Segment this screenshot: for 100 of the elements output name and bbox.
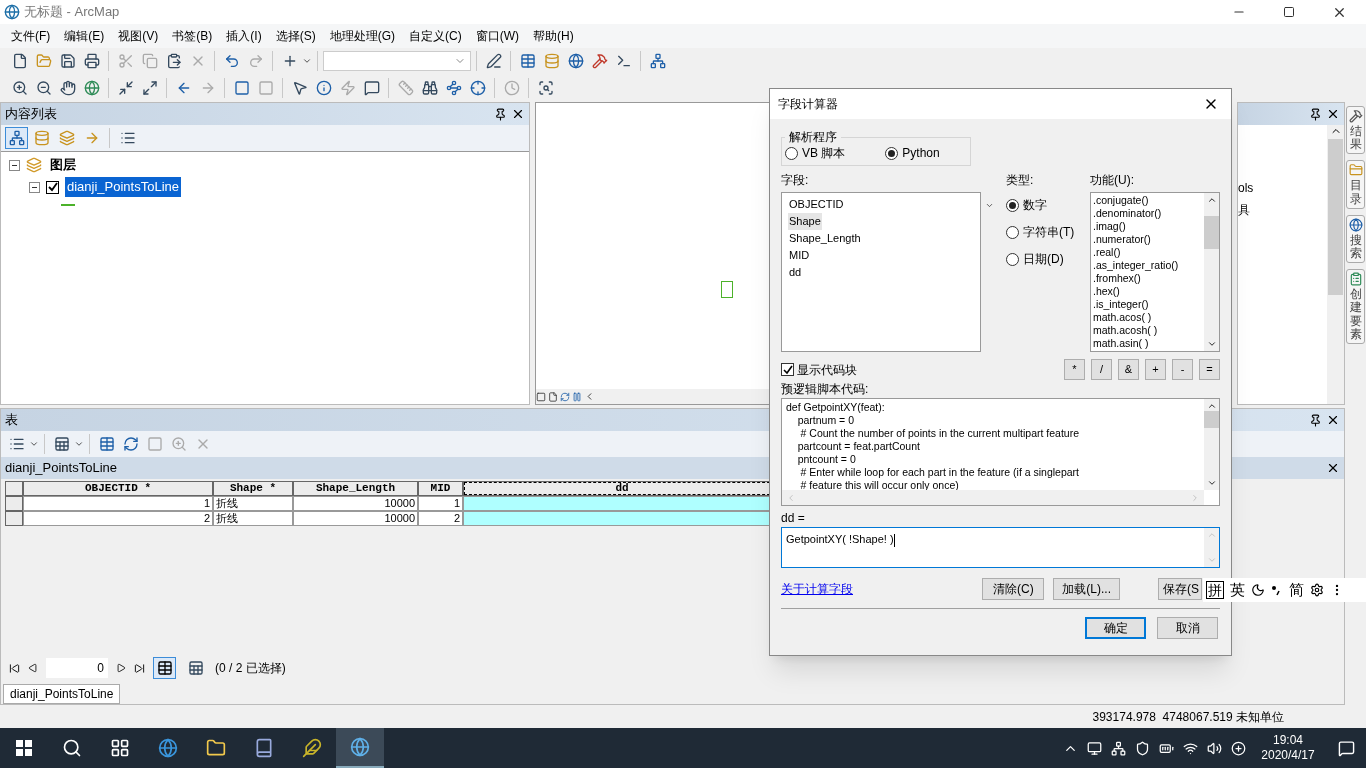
about-link[interactable]: 关于计算字段: [781, 580, 983, 598]
first-record-icon[interactable]: [9, 662, 20, 674]
side-tab[interactable]: 创建要素: [1346, 269, 1365, 344]
menu-item[interactable]: 选择(S): [268, 27, 323, 45]
code-editor[interactable]: [781, 398, 1220, 506]
network-app-icon[interactable]: [1110, 740, 1126, 756]
menu-item[interactable]: 插入(I): [219, 27, 269, 45]
function-item[interactable]: .hex(): [1093, 285, 1120, 298]
volume-icon[interactable]: [1206, 740, 1222, 756]
last-record-icon[interactable]: [134, 662, 145, 674]
notification-icon[interactable]: [1337, 739, 1355, 757]
menu-item[interactable]: 地理处理(G): [322, 27, 402, 45]
checkmark-icon[interactable]: [782, 364, 793, 375]
parser-radio[interactable]: VB 脚本: [785, 144, 846, 162]
layer-label[interactable]: dianji_PointsToLine: [65, 177, 182, 197]
pin-icon[interactable]: [494, 107, 507, 121]
wifi-icon[interactable]: [1182, 740, 1198, 756]
operator-button[interactable]: *: [1064, 359, 1085, 380]
dialog-button[interactable]: 清除(C): [982, 578, 1045, 600]
scroll-up-icon[interactable]: [1206, 401, 1217, 411]
operator-button[interactable]: &: [1118, 359, 1139, 380]
app-logo-icon[interactable]: [4, 4, 20, 20]
scroll-down-icon[interactable]: [1206, 339, 1217, 349]
type-radio[interactable]: 数字: [1006, 196, 1090, 214]
hammer-icon[interactable]: [1348, 109, 1363, 123]
moon-icon[interactable]: [1251, 583, 1265, 597]
show-all-records-icon[interactable]: [153, 657, 176, 679]
column-header[interactable]: MID: [418, 481, 463, 496]
ime-charset[interactable]: 简: [1289, 578, 1304, 602]
pause-icon[interactable]: [572, 391, 582, 402]
field-item[interactable]: Shape: [788, 213, 822, 230]
scroll-thumb[interactable]: [1204, 411, 1219, 428]
column-header[interactable]: OBJECTID *: [23, 481, 213, 496]
operator-button[interactable]: /: [1091, 359, 1112, 380]
menu-item[interactable]: 窗口(W): [468, 27, 526, 45]
parser-radio[interactable]: Python: [885, 144, 940, 162]
type-radio[interactable]: 日期(D): [1006, 250, 1090, 268]
clock-time[interactable]: 19:04: [1273, 733, 1303, 748]
settings-icon[interactable]: [1310, 583, 1324, 597]
column-header[interactable]: Shape *: [213, 481, 293, 496]
menu-item[interactable]: 视图(V): [111, 27, 166, 45]
collapse-icon[interactable]: [29, 181, 40, 193]
dialog-button[interactable]: 保存(S: [1158, 578, 1202, 600]
function-item[interactable]: .real(): [1093, 246, 1121, 259]
previous-record-icon[interactable]: [28, 663, 38, 673]
globe-app-button[interactable]: [336, 728, 384, 768]
operator-button[interactable]: +: [1145, 359, 1166, 380]
function-item[interactable]: .imag(): [1093, 220, 1126, 233]
field-item[interactable]: OBJECTID: [788, 196, 845, 213]
side-tab[interactable]: 搜索: [1346, 214, 1365, 264]
scroll-thumb[interactable]: [1204, 215, 1219, 249]
cancel-button[interactable]: 取消: [1157, 617, 1218, 639]
field-item[interactable]: Shape_Length: [788, 230, 862, 247]
next-record-icon[interactable]: [116, 663, 126, 673]
show-code-checkbox[interactable]: 显示代码块: [781, 360, 1064, 379]
search-window-icon[interactable]: [1348, 217, 1363, 232]
side-tab[interactable]: 目录: [1346, 160, 1365, 209]
function-item[interactable]: .denominator(): [1093, 207, 1162, 220]
table-tab[interactable]: dianji_PointsToLine: [3, 684, 121, 704]
list-by-drawing-order-icon[interactable]: [5, 127, 28, 149]
function-item[interactable]: .fromhex(): [1093, 272, 1141, 285]
function-item[interactable]: math.acosh( ): [1093, 324, 1158, 337]
menu-item[interactable]: 编辑(E): [57, 27, 112, 45]
collapse-icon[interactable]: [9, 159, 20, 171]
function-item[interactable]: math.acos( ): [1093, 311, 1152, 324]
function-item[interactable]: .numerator(): [1093, 233, 1151, 246]
function-item[interactable]: math.asin( ): [1093, 337, 1149, 350]
pin-icon[interactable]: [1309, 107, 1322, 121]
close-icon[interactable]: [511, 107, 525, 121]
group-label[interactable]: 图层: [48, 155, 78, 175]
ime-language[interactable]: 英: [1230, 578, 1245, 602]
side-tab[interactable]: 结果: [1346, 106, 1365, 155]
row-header[interactable]: [5, 511, 23, 526]
punctuation-icon[interactable]: [1271, 583, 1283, 597]
shield-icon[interactable]: [1134, 740, 1150, 756]
scroll-thumb[interactable]: [1328, 139, 1343, 295]
scrollbar[interactable]: [1204, 193, 1219, 351]
menu-item[interactable]: 自定义(C): [402, 27, 469, 45]
dialog-button[interactable]: 加载(L)...: [1053, 578, 1120, 600]
layout-view-icon[interactable]: [548, 391, 558, 402]
row-header[interactable]: [5, 496, 23, 511]
caret-icon[interactable]: [74, 439, 84, 449]
feature-template-icon[interactable]: [1348, 272, 1363, 287]
field-item[interactable]: dd: [788, 264, 803, 281]
clock-date[interactable]: 2020/4/17: [1261, 748, 1315, 763]
caret-icon[interactable]: [29, 439, 39, 449]
scroll-up-icon[interactable]: [1206, 195, 1217, 205]
operator-button[interactable]: =: [1199, 359, 1220, 380]
function-item[interactable]: .as_integer_ratio(): [1093, 259, 1179, 272]
function-item[interactable]: .is_integer(): [1093, 298, 1149, 311]
function-item[interactable]: .conjugate(): [1093, 194, 1149, 207]
refresh-icon[interactable]: [560, 391, 570, 402]
menu-item[interactable]: 帮助(H): [526, 27, 581, 45]
ok-button[interactable]: 确定: [1085, 617, 1146, 639]
close-icon[interactable]: [1326, 107, 1340, 121]
caret-icon[interactable]: [985, 201, 994, 210]
scroll-down-icon[interactable]: [1206, 478, 1217, 488]
plus-circle-icon[interactable]: [1230, 740, 1246, 756]
monitor-icon[interactable]: [1086, 740, 1102, 756]
scrollbar[interactable]: [1204, 399, 1219, 490]
